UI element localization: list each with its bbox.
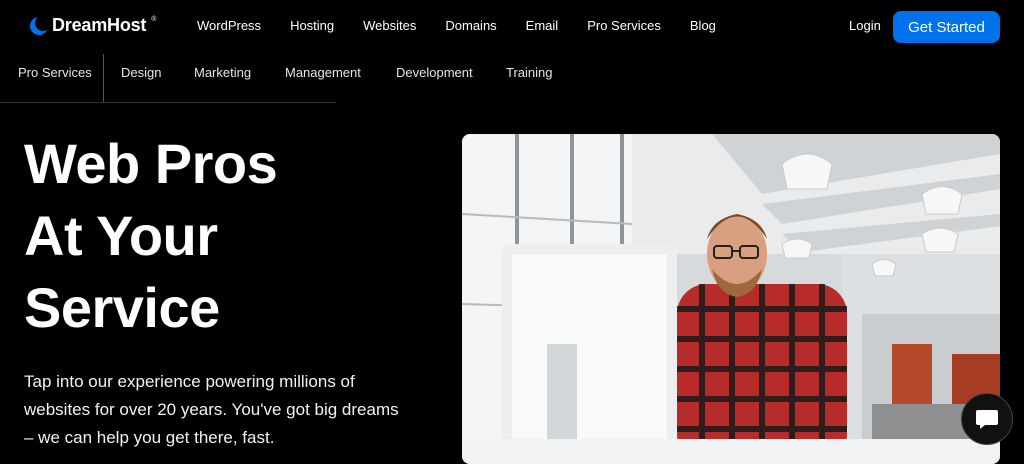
hero-description-line: – we can help you get there, fast.: [24, 428, 275, 447]
chat-button[interactable]: [961, 393, 1013, 445]
nav-link-wordpress[interactable]: WordPress: [197, 18, 261, 33]
hero-description-line: Tap into our experience powering million…: [24, 372, 355, 391]
hero-photo: [462, 134, 1000, 464]
nav-link-pro-services[interactable]: Pro Services: [587, 18, 661, 33]
dreamhost-logo[interactable]: DreamHost ®: [30, 15, 156, 36]
subnav-item-management[interactable]: Management: [285, 65, 361, 80]
hero-description: Tap into our experience powering million…: [24, 368, 434, 452]
brand-name: DreamHost: [52, 15, 147, 35]
nav-link-websites[interactable]: Websites: [363, 18, 416, 33]
hero-title-line: Web Pros: [24, 132, 278, 195]
subnav-item-pro-services[interactable]: Pro Services: [18, 65, 92, 80]
nav-link-email[interactable]: Email: [526, 18, 559, 33]
nav-link-blog[interactable]: Blog: [690, 18, 716, 33]
subnav-item-marketing[interactable]: Marketing: [194, 65, 251, 80]
subnav-item-design[interactable]: Design: [121, 65, 161, 80]
hero-title-line: Service: [24, 276, 220, 339]
primary-nav: WordPress Hosting Websites Domains Email…: [197, 18, 745, 33]
hero-title: Web Pros At Your Service: [24, 128, 404, 344]
brand-trademark: ®: [151, 16, 157, 23]
get-started-button[interactable]: Get Started: [893, 11, 1000, 43]
nav-link-domains[interactable]: Domains: [445, 18, 496, 33]
nav-link-hosting[interactable]: Hosting: [290, 18, 334, 33]
login-link[interactable]: Login: [849, 18, 881, 33]
subnav-divider: [103, 54, 104, 102]
hero-description-line: websites for over 20 years. You've got b…: [24, 400, 399, 419]
subnav-item-training[interactable]: Training: [506, 65, 552, 80]
subnav-item-development[interactable]: Development: [396, 65, 473, 80]
office-photo-illustration: [462, 134, 1000, 464]
chat-bubble-icon: [976, 410, 998, 429]
dreamhost-moon-icon: [30, 16, 48, 35]
hero-title-line: At Your: [24, 204, 218, 267]
top-navigation: DreamHost ® WordPress Hosting Websites D…: [0, 0, 1024, 52]
get-started-label: Get Started: [908, 18, 985, 36]
pro-services-subnav: Pro Services Design Marketing Management: [0, 52, 361, 103]
